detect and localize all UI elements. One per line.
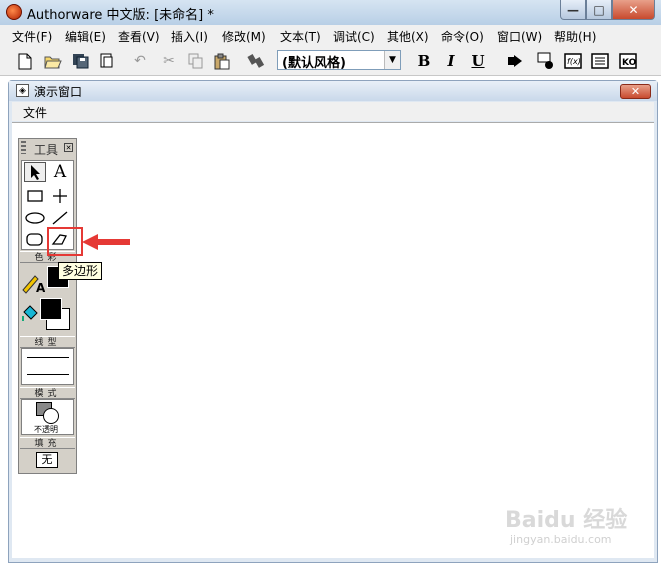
presentation-menu-file[interactable]: 文件	[23, 104, 47, 121]
import-icon[interactable]	[97, 51, 117, 71]
menu-insert[interactable]: 插入(I)	[171, 28, 208, 45]
presentation-menu-bar	[12, 102, 654, 121]
run-icon[interactable]	[505, 51, 525, 71]
diagonal-line-tool[interactable]	[49, 208, 71, 228]
tools-palette-title: 工具	[34, 143, 59, 157]
line-style-section	[21, 348, 74, 385]
close-button[interactable]: ✕	[612, 0, 655, 20]
knowledge-objects-icon[interactable]: KO	[618, 51, 638, 71]
window-title: Authorware 中文版: [未命名] *	[27, 8, 214, 23]
menu-debug[interactable]: 调试(C)	[333, 28, 375, 45]
presentation-canvas[interactable]	[12, 122, 654, 558]
crosshair-line-tool[interactable]	[49, 186, 71, 206]
drag-grip-icon[interactable]	[21, 141, 26, 154]
mode-value: 不透明	[34, 425, 58, 434]
baidu-watermark: Baidu 经验	[505, 508, 628, 533]
ellipse-tool[interactable]	[24, 208, 46, 228]
mode-section[interactable]: 不透明	[21, 399, 74, 435]
pointer-tool[interactable]	[24, 162, 46, 182]
fill-section: 无	[21, 449, 74, 471]
menu-bar: 文件(F) 编辑(E) 查看(V) 插入(I) 修改(M) 文本(T) 调试(C…	[0, 25, 661, 46]
menu-text[interactable]: 文本(T)	[280, 28, 321, 45]
toolbar: ↶ ✂ (默认风格) ▼ B I U f(x) KO	[0, 46, 661, 76]
ko-label: KO	[622, 58, 637, 68]
presentation-window-icon: ◈	[16, 84, 29, 97]
italic-button[interactable]: I	[441, 51, 461, 71]
line-style-option[interactable]	[27, 374, 69, 375]
menu-help[interactable]: 帮助(H)	[554, 28, 596, 45]
menu-modify[interactable]: 修改(M)	[222, 28, 266, 45]
opaque-mode-circle	[43, 408, 59, 424]
presentation-window-title: 演示窗口	[34, 85, 83, 99]
polygon-tool-highlight	[47, 227, 83, 256]
menu-window[interactable]: 窗口(W)	[497, 28, 542, 45]
fill-value[interactable]: 无	[36, 452, 58, 468]
text-style-dropdown[interactable]: (默认风格) ▼	[277, 50, 401, 71]
copy-icon[interactable]	[186, 51, 206, 71]
minimize-button[interactable]: —	[560, 0, 586, 20]
new-file-icon[interactable]	[15, 51, 35, 71]
variables-icon[interactable]	[590, 51, 610, 71]
foreground-color-swatch[interactable]	[40, 298, 62, 320]
maximize-button[interactable]: □	[586, 0, 612, 20]
paste-icon[interactable]	[212, 51, 232, 71]
menu-command[interactable]: 命令(O)	[441, 28, 484, 45]
underline-button[interactable]: U	[468, 51, 488, 71]
presentation-close-button[interactable]: ✕	[620, 84, 651, 99]
palette-close-icon[interactable]: ✕	[64, 143, 73, 152]
baidu-watermark-url: jingyan.baidu.com	[510, 533, 612, 546]
mode-section-label: 模式	[20, 387, 75, 399]
menu-other[interactable]: 其他(X)	[387, 28, 429, 45]
menu-file[interactable]: 文件(F)	[12, 28, 52, 45]
text-style-value: (默认风格)	[282, 56, 346, 71]
line-style-thin[interactable]	[27, 357, 69, 358]
line-style-section-label: 线型	[20, 336, 75, 348]
undo-icon[interactable]: ↶	[130, 51, 150, 71]
authorware-app-icon[interactable]	[6, 4, 22, 20]
cut-icon[interactable]: ✂	[159, 51, 179, 71]
red-arrow-icon	[82, 234, 130, 250]
chevron-down-icon[interactable]: ▼	[384, 51, 400, 69]
find-icon[interactable]	[246, 51, 266, 71]
paint-bucket-icon[interactable]	[21, 302, 39, 324]
fill-section-label: 填充	[20, 437, 75, 449]
bold-button[interactable]: B	[414, 51, 434, 71]
rounded-rectangle-tool[interactable]	[24, 229, 46, 249]
open-folder-icon[interactable]	[43, 51, 63, 71]
functions-icon[interactable]: f(x)	[563, 51, 583, 71]
text-tool[interactable]: A	[49, 162, 71, 182]
rectangle-tool[interactable]	[24, 186, 46, 206]
svg-text:A: A	[36, 281, 45, 294]
menu-view[interactable]: 查看(V)	[118, 28, 160, 45]
menu-edit[interactable]: 编辑(E)	[65, 28, 106, 45]
functions-label: f(x)	[567, 57, 581, 66]
presentation-window-titlebar[interactable]	[9, 81, 657, 101]
control-panel-icon[interactable]	[536, 51, 556, 71]
save-all-icon[interactable]	[71, 51, 91, 71]
polygon-tooltip: 多边形	[58, 262, 103, 280]
pencil-color-icon[interactable]: A	[21, 272, 46, 295]
